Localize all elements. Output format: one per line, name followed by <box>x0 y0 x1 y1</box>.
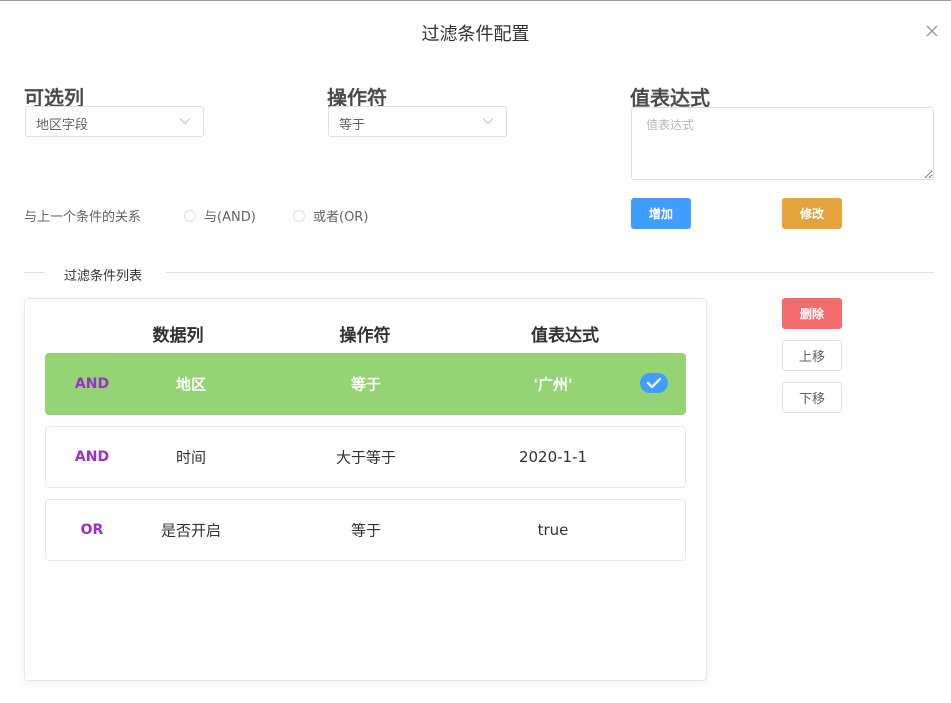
row-relation: AND <box>74 376 110 392</box>
operator-select[interactable]: 等于 <box>328 106 507 137</box>
operator-select-value: 等于 <box>339 118 366 133</box>
row-value: '广州' <box>533 375 573 394</box>
chevron-down-icon <box>179 118 191 125</box>
row-relation: OR <box>80 522 104 538</box>
condition-row[interactable]: AND 地区 等于 '广州' <box>45 353 686 415</box>
row-relation: AND <box>74 449 110 465</box>
add-button[interactable]: 增加 <box>631 198 691 229</box>
move-down-button[interactable]: 下移 <box>782 382 842 413</box>
radio-or[interactable]: 或者(OR) <box>293 206 368 225</box>
row-value: true <box>537 521 569 539</box>
relation-label: 与上一个条件的关系 <box>24 210 142 225</box>
close-icon[interactable] <box>924 23 940 39</box>
row-column: 时间 <box>175 448 207 467</box>
row-operator: 等于 <box>350 375 382 394</box>
chevron-down-icon <box>482 118 494 125</box>
row-operator: 等于 <box>350 521 382 540</box>
expression-textarea[interactable] <box>631 107 934 180</box>
dialog-title: 过滤条件配置 <box>421 24 530 45</box>
header-value: 值表达式 <box>531 326 599 346</box>
column-select[interactable]: 地区字段 <box>25 106 204 137</box>
header-column: 数据列 <box>152 326 204 346</box>
header-operator: 操作符 <box>339 326 391 346</box>
move-up-button[interactable]: 上移 <box>782 340 842 371</box>
divider-line-left <box>24 272 45 273</box>
radio-and[interactable]: 与(AND) <box>184 206 256 225</box>
delete-button[interactable]: 删除 <box>782 298 842 329</box>
divider-title: 过滤条件列表 <box>64 269 143 284</box>
top-border <box>0 0 951 1</box>
radio-circle[interactable] <box>184 209 196 222</box>
condition-row[interactable]: AND 时间 大于等于 2020-1-1 <box>45 426 686 488</box>
divider-line-right <box>166 272 934 273</box>
check-icon <box>640 373 668 393</box>
radio-circle[interactable] <box>293 209 305 222</box>
radio-and-label: 与(AND) <box>204 210 256 225</box>
radio-or-label: 或者(OR) <box>313 210 369 225</box>
row-value: 2020-1-1 <box>518 448 588 466</box>
condition-row[interactable]: OR 是否开启 等于 true <box>45 499 686 561</box>
column-select-value: 地区字段 <box>36 118 89 133</box>
row-column: 地区 <box>175 375 207 394</box>
row-operator: 大于等于 <box>335 448 397 467</box>
row-column: 是否开启 <box>160 521 222 540</box>
modify-button[interactable]: 修改 <box>782 198 842 229</box>
